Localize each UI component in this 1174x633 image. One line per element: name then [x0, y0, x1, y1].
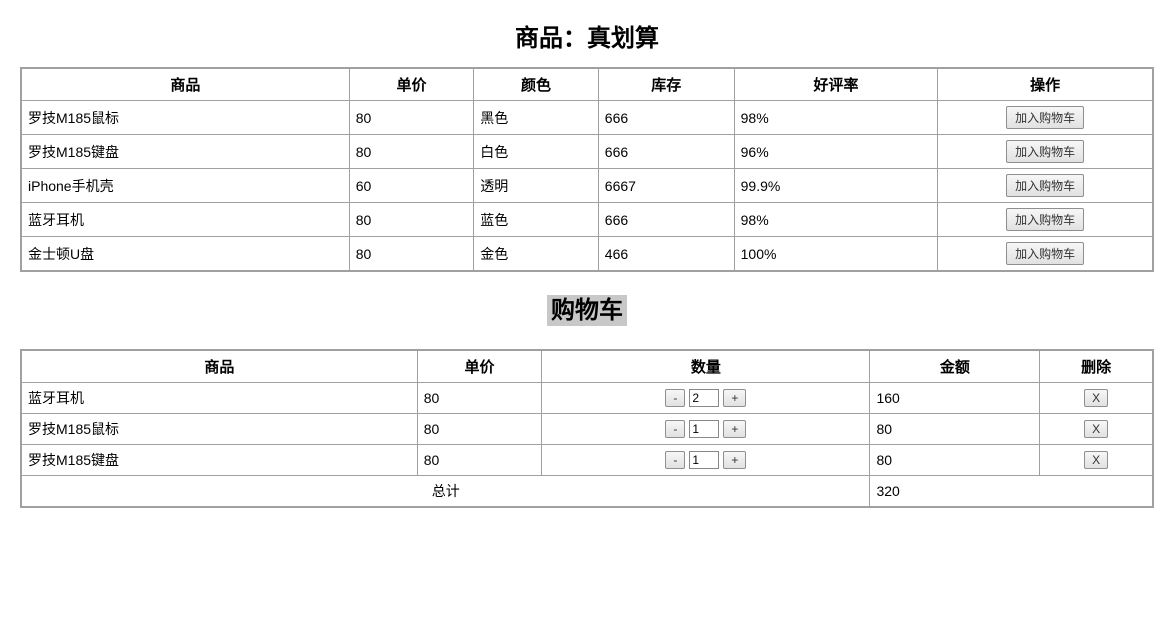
qty-plus-button[interactable]: +: [723, 389, 746, 407]
table-row: 蓝牙耳机80-+160X: [21, 383, 1153, 414]
quantity-stepper: -+: [665, 451, 746, 469]
product-rating: 96%: [734, 135, 938, 169]
product-stock: 6667: [598, 169, 734, 203]
cart-item-name: 蓝牙耳机: [21, 383, 417, 414]
cart-title: 购物车: [20, 290, 1154, 325]
product-stock: 466: [598, 237, 734, 272]
add-to-cart-button[interactable]: 加入购物车: [1006, 208, 1084, 231]
cart-item-name: 罗技M185鼠标: [21, 414, 417, 445]
table-row: iPhone手机壳60透明666799.9% 加入购物车: [21, 169, 1153, 203]
quantity-stepper: -+: [665, 389, 746, 407]
cart-header-delete: 删除: [1040, 350, 1153, 383]
qty-input[interactable]: [689, 420, 719, 438]
cart-header-name: 商品: [21, 350, 417, 383]
product-color: 金色: [474, 237, 599, 272]
add-to-cart-button[interactable]: 加入购物车: [1006, 242, 1084, 265]
product-price: 80: [349, 203, 474, 237]
cart-item-amount: 80: [870, 445, 1040, 476]
delete-button[interactable]: X: [1084, 420, 1108, 438]
quantity-stepper: -+: [665, 420, 746, 438]
product-rating: 98%: [734, 203, 938, 237]
product-stock: 666: [598, 101, 734, 135]
qty-plus-button[interactable]: +: [723, 420, 746, 438]
product-color: 透明: [474, 169, 599, 203]
product-price: 80: [349, 135, 474, 169]
product-color: 黑色: [474, 101, 599, 135]
qty-minus-button[interactable]: -: [665, 451, 685, 469]
product-name: iPhone手机壳: [21, 169, 349, 203]
products-header-action: 操作: [938, 68, 1153, 101]
products-table: 商品 单价 颜色 库存 好评率 操作 罗技M185鼠标80黑色66698%加入购…: [20, 67, 1154, 272]
table-row: 罗技M185鼠标80黑色66698% 加入购物车: [21, 101, 1153, 135]
add-to-cart-button[interactable]: 加入购物车: [1006, 174, 1084, 197]
table-row: 罗技M185鼠标80-+80X: [21, 414, 1153, 445]
product-name: 罗技M185键盘: [21, 135, 349, 169]
cart-item-price: 80: [417, 414, 542, 445]
product-stock: 666: [598, 135, 734, 169]
table-row: 金士顿U盘80金色466100% 加入购物车: [21, 237, 1153, 272]
product-name: 蓝牙耳机: [21, 203, 349, 237]
cart-item-amount: 160: [870, 383, 1040, 414]
products-header-name: 商品: [21, 68, 349, 101]
qty-minus-button[interactable]: -: [665, 389, 685, 407]
products-header-color: 颜色: [474, 68, 599, 101]
product-price: 80: [349, 101, 474, 135]
product-stock: 666: [598, 203, 734, 237]
products-header-price: 单价: [349, 68, 474, 101]
qty-plus-button[interactable]: +: [723, 451, 746, 469]
cart-total-value: 320: [870, 476, 1153, 508]
delete-button[interactable]: X: [1084, 451, 1108, 469]
product-name: 金士顿U盘: [21, 237, 349, 272]
cart-header-amount: 金额: [870, 350, 1040, 383]
product-price: 60: [349, 169, 474, 203]
product-color: 白色: [474, 135, 599, 169]
product-rating: 99.9%: [734, 169, 938, 203]
cart-item-price: 80: [417, 445, 542, 476]
cart-header-price: 单价: [417, 350, 542, 383]
product-color: 蓝色: [474, 203, 599, 237]
table-row: 罗技M185键盘80-+80X: [21, 445, 1153, 476]
cart-header-qty: 数量: [542, 350, 870, 383]
product-rating: 100%: [734, 237, 938, 272]
product-name: 罗技M185鼠标: [21, 101, 349, 135]
products-header-rating: 好评率: [734, 68, 938, 101]
table-row: 罗技M185键盘80白色66696% 加入购物车: [21, 135, 1153, 169]
cart-item-price: 80: [417, 383, 542, 414]
add-to-cart-button[interactable]: 加入购物车: [1006, 140, 1084, 163]
cart-item-amount: 80: [870, 414, 1040, 445]
delete-button[interactable]: X: [1084, 389, 1108, 407]
cart-total-label: 总计: [21, 476, 870, 508]
qty-minus-button[interactable]: -: [665, 420, 685, 438]
product-rating: 98%: [734, 101, 938, 135]
table-row: 蓝牙耳机80蓝色66698% 加入购物车: [21, 203, 1153, 237]
product-price: 80: [349, 237, 474, 272]
products-title: 商品：真划算: [20, 18, 1154, 53]
cart-item-name: 罗技M185键盘: [21, 445, 417, 476]
products-header-stock: 库存: [598, 68, 734, 101]
qty-input[interactable]: [689, 451, 719, 469]
qty-input[interactable]: [689, 389, 719, 407]
cart-table: 商品 单价 数量 金额 删除 蓝牙耳机80-+160X罗技M185鼠标80-+8…: [20, 349, 1154, 508]
add-to-cart-button[interactable]: 加入购物车: [1006, 106, 1084, 129]
